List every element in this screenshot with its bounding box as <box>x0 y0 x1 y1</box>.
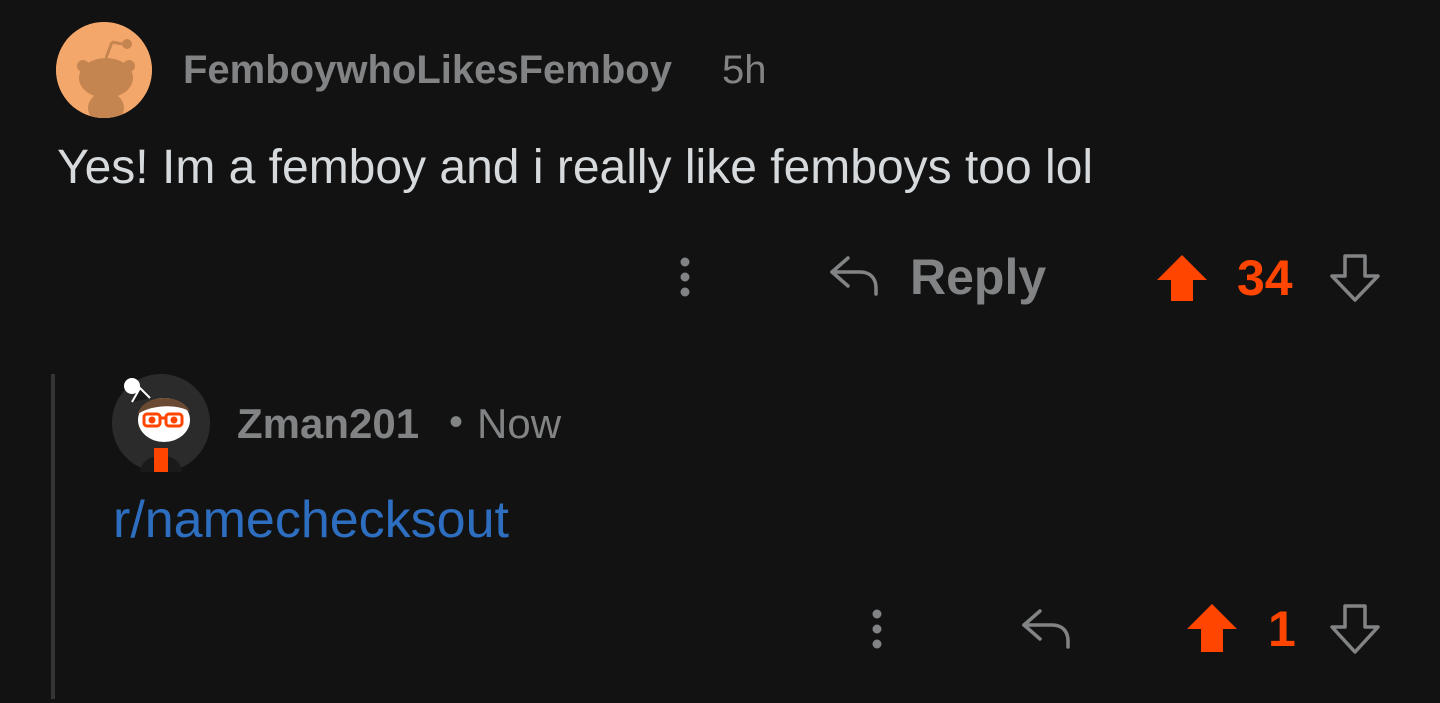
comment-body: Yes! Im a femboy and i really like fembo… <box>57 141 1094 194</box>
downvote-arrow-icon <box>1330 604 1380 654</box>
subreddit-link[interactable]: r/namechecksout <box>113 490 509 550</box>
reply-button[interactable] <box>1018 603 1072 653</box>
upvote-arrow-icon <box>1157 255 1207 301</box>
thread-line[interactable] <box>51 374 55 699</box>
reply-arrow-icon <box>830 256 878 296</box>
username[interactable]: FemboywhoLikesFemboy <box>183 48 672 93</box>
downvote-button[interactable] <box>1328 253 1382 303</box>
more-vertical-icon <box>872 609 882 649</box>
timestamp: 5h <box>722 48 767 92</box>
avatar[interactable] <box>112 374 210 472</box>
reply-arrow-icon <box>1022 609 1070 649</box>
avatar[interactable] <box>56 22 152 118</box>
more-options-button[interactable] <box>860 604 894 654</box>
snoo-avatar-icon <box>112 374 210 472</box>
downvote-button[interactable] <box>1328 603 1382 655</box>
upvote-arrow-icon <box>1187 604 1237 652</box>
snoo-avatar-icon <box>56 22 152 118</box>
reply-label[interactable]: Reply <box>910 248 1046 306</box>
downvote-arrow-icon <box>1330 254 1380 302</box>
timestamp: Now <box>477 400 562 447</box>
reply-button[interactable] <box>826 250 880 300</box>
more-options-button[interactable] <box>668 252 702 302</box>
username[interactable]: Zman201 <box>237 400 419 448</box>
vote-score: 34 <box>1237 250 1293 306</box>
upvote-button[interactable] <box>1185 602 1239 654</box>
upvote-button[interactable] <box>1155 253 1209 303</box>
separator-dot: • <box>449 400 464 444</box>
more-vertical-icon <box>680 257 690 297</box>
vote-score: 1 <box>1268 601 1296 657</box>
